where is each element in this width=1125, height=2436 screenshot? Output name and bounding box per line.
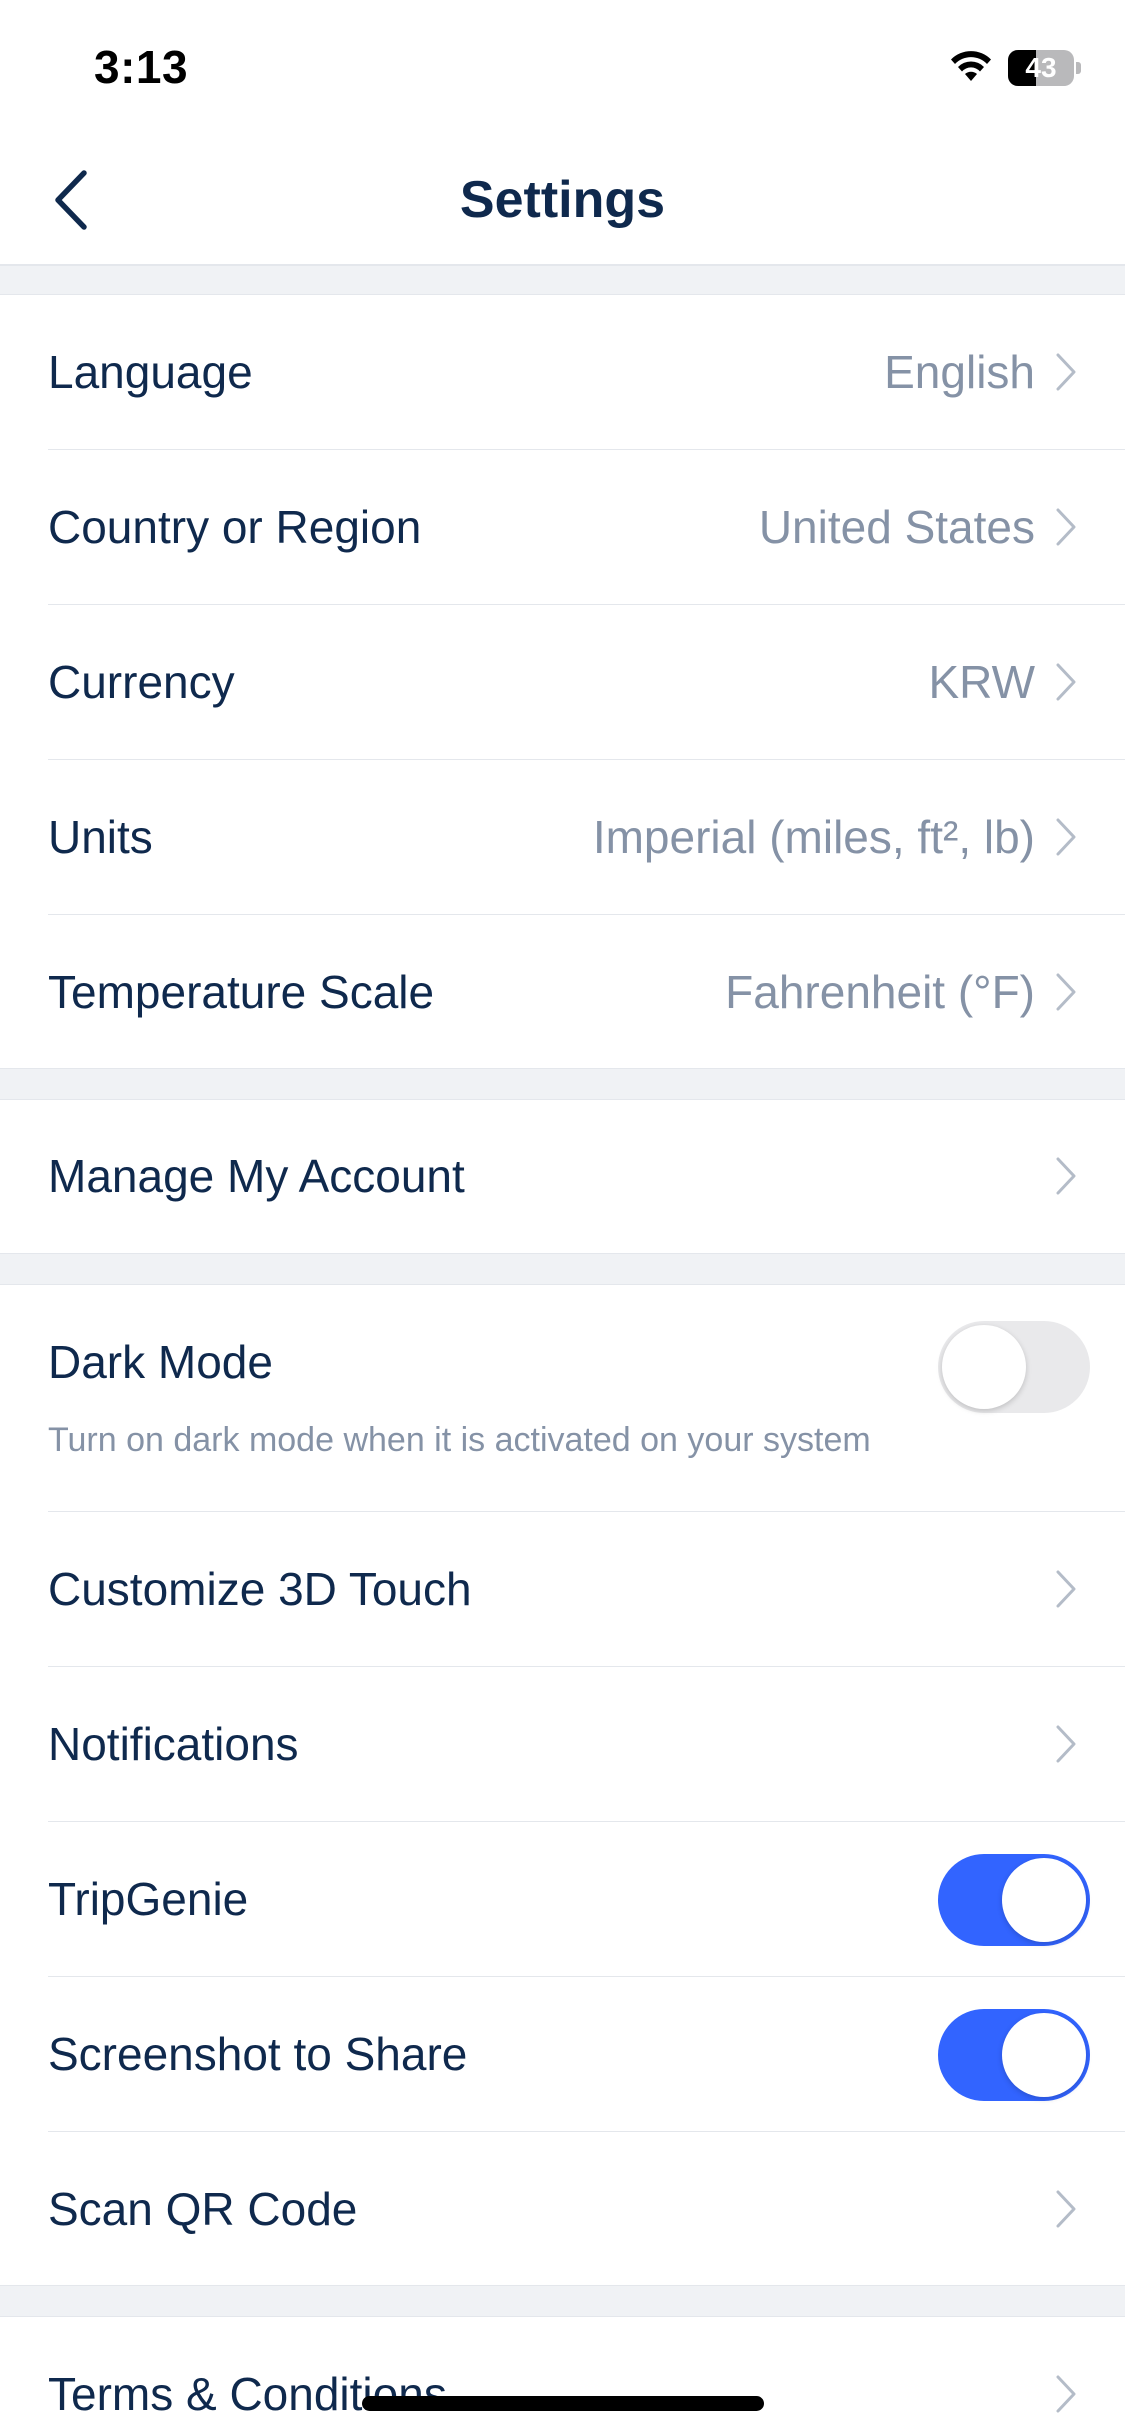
dark-mode-toggle[interactable] [938, 1321, 1090, 1413]
manage-account-label: Manage My Account [48, 1150, 465, 1202]
dark-mode-label: Dark Mode [48, 1336, 273, 1388]
temperature-scale-label: Temperature Scale [48, 966, 435, 1018]
country-region-row[interactable]: Country or Region United States [0, 450, 1125, 605]
units-label: Units [48, 811, 153, 863]
temperature-scale-value: Fahrenheit (°F) [725, 966, 1035, 1018]
tripgenie-row: TripGenie [0, 1822, 1125, 1977]
screenshot-to-share-toggle[interactable] [938, 2009, 1090, 2101]
terms-conditions-label: Terms & Conditions [48, 2368, 447, 2420]
temperature-scale-row[interactable]: Temperature Scale Fahrenheit (°F) [0, 915, 1125, 1068]
battery-icon: 43 [1008, 50, 1081, 86]
chevron-right-icon [1056, 1157, 1076, 1195]
currency-value: KRW [928, 656, 1036, 708]
section-gap [0, 2285, 1125, 2317]
chevron-right-icon [1056, 663, 1076, 701]
customize-3d-touch-row[interactable]: Customize 3D Touch [0, 1512, 1125, 1667]
chevron-left-icon[interactable] [44, 165, 104, 235]
chevron-right-icon [1056, 508, 1076, 546]
home-indicator [362, 2396, 764, 2411]
section-gap [0, 1068, 1125, 1100]
notifications-label: Notifications [48, 1718, 299, 1770]
chevron-right-icon [1056, 2375, 1076, 2413]
country-region-value: United States [758, 501, 1035, 553]
chevron-right-icon [1056, 1570, 1076, 1608]
chevron-right-icon [1056, 353, 1076, 391]
battery-level: 43 [1025, 52, 1057, 83]
dark-mode-row: Dark Mode Turn on dark mode when it is a… [0, 1285, 1125, 1512]
units-value: Imperial (miles, ft², lb) [592, 811, 1035, 863]
currency-row[interactable]: Currency KRW [0, 605, 1125, 760]
language-value: English [884, 346, 1035, 398]
nav-bar: Settings [0, 135, 1125, 265]
country-region-label: Country or Region [48, 501, 422, 553]
notifications-row[interactable]: Notifications [0, 1667, 1125, 1822]
scan-qr-code-row[interactable]: Scan QR Code [0, 2132, 1125, 2285]
chevron-right-icon [1056, 1725, 1076, 1763]
section-gap [0, 1253, 1125, 1285]
screenshot-to-share-row: Screenshot to Share [0, 1977, 1125, 2132]
tripgenie-label: TripGenie [48, 1873, 249, 1925]
language-label: Language [48, 346, 253, 398]
page-title: Settings [459, 171, 666, 229]
language-row[interactable]: Language English [0, 295, 1125, 450]
currency-label: Currency [48, 656, 235, 708]
section-gap [0, 265, 1125, 295]
units-row[interactable]: Units Imperial (miles, ft², lb) [0, 760, 1125, 915]
dark-mode-description: Turn on dark mode when it is activated o… [48, 1421, 871, 1459]
settings-screen: 3:13 43 Settings Language English Countr… [0, 0, 1125, 2436]
tripgenie-toggle[interactable] [938, 1854, 1090, 1946]
screenshot-to-share-label: Screenshot to Share [48, 2028, 468, 2080]
terms-conditions-row[interactable]: Terms & Conditions [0, 2317, 1125, 2436]
scan-qr-code-label: Scan QR Code [48, 2183, 358, 2235]
chevron-right-icon [1056, 818, 1076, 856]
manage-account-row[interactable]: Manage My Account [0, 1100, 1125, 1253]
wifi-icon [951, 51, 991, 81]
chevron-right-icon [1056, 2190, 1076, 2228]
status-time: 3:13 [94, 41, 189, 93]
status-bar: 3:13 43 [0, 0, 1125, 135]
chevron-right-icon [1056, 973, 1076, 1011]
customize-3d-touch-label: Customize 3D Touch [48, 1563, 472, 1615]
